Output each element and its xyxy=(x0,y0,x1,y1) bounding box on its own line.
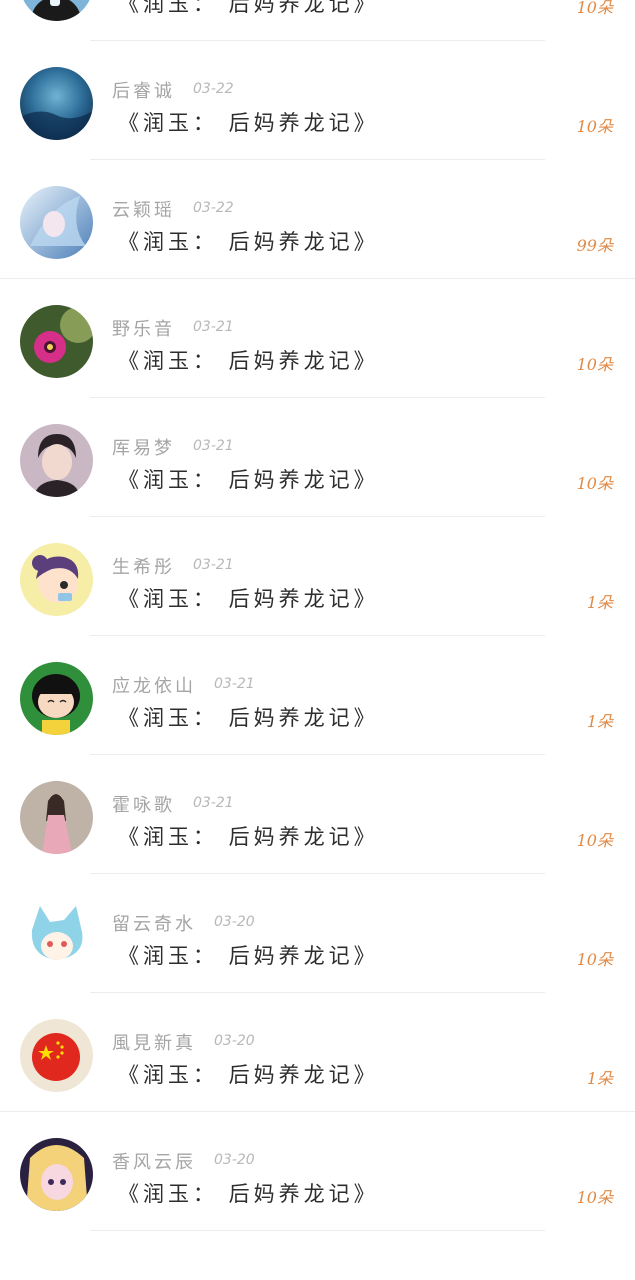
gift-date: 03-21 xyxy=(193,438,234,454)
user-name[interactable]: 后睿诚 xyxy=(112,77,175,103)
flower-count: 10朵 xyxy=(576,831,613,850)
flower-count: 10朵 xyxy=(576,474,613,493)
book-title[interactable]: 《润玉： 后妈养龙记》 xyxy=(118,107,379,137)
list-item[interactable]: 厍易梦 03-21 《润玉： 后妈养龙记》 10朵 xyxy=(0,398,635,517)
avatar[interactable] xyxy=(20,424,93,497)
avatar[interactable] xyxy=(20,781,93,854)
avatar[interactable] xyxy=(20,305,93,378)
avatar[interactable] xyxy=(20,1138,93,1211)
user-name[interactable]: 野乐音 xyxy=(112,315,175,341)
avatar[interactable] xyxy=(20,543,93,616)
user-name[interactable]: 留云奇水 xyxy=(112,910,196,936)
user-name[interactable]: 厍易梦 xyxy=(112,434,175,460)
gift-date: 03-21 xyxy=(193,319,234,335)
avatar[interactable] xyxy=(20,900,93,973)
gift-date: 03-20 xyxy=(214,914,255,930)
book-title[interactable]: 《润玉： 后妈养龙记》 xyxy=(118,583,379,613)
flower-count: 1朵 xyxy=(586,1069,613,1088)
book-title[interactable]: 《润玉： 后妈养龙记》 xyxy=(118,702,379,732)
avatar[interactable] xyxy=(20,662,93,735)
flower-count: 1朵 xyxy=(586,712,613,731)
user-name[interactable]: 生希彤 xyxy=(112,553,175,579)
gift-date: 03-20 xyxy=(214,1033,255,1049)
list-item[interactable]: 留云奇水 03-20 《润玉： 后妈养龙记》 10朵 xyxy=(0,874,635,993)
gift-date: 03-21 xyxy=(193,795,234,811)
avatar[interactable] xyxy=(20,0,93,21)
flower-count: 1朵 xyxy=(586,593,613,612)
list-item[interactable]: 应龙依山 03-21 《润玉： 后妈养龙记》 1朵 xyxy=(0,636,635,755)
gift-date: 03-21 xyxy=(193,557,234,573)
flower-count: 10朵 xyxy=(576,950,613,969)
book-title[interactable]: 《润玉： 后妈养龙记》 xyxy=(118,226,379,256)
gift-date: 03-22 xyxy=(193,81,234,97)
book-title[interactable]: 《润玉： 后妈养龙记》 xyxy=(118,1059,379,1089)
gift-date: 03-20 xyxy=(214,1152,255,1168)
flower-count: 10朵 xyxy=(576,1188,613,1207)
list-item[interactable]: 野乐音 03-21 《润玉： 后妈养龙记》 10朵 xyxy=(0,279,635,398)
book-title[interactable]: 《润玉： 后妈养龙记》 xyxy=(118,464,379,494)
flower-count: 99朵 xyxy=(576,236,613,255)
book-title[interactable]: 《润玉： 后妈养龙记》 xyxy=(118,821,379,851)
book-title[interactable]: 《润玉： 后妈养龙记》 xyxy=(118,940,379,970)
gift-list: 宛石 03-23 《润玉： 后妈养龙记》 10朵 后睿诚 03-22 《润玉： … xyxy=(0,0,635,1231)
list-item[interactable]: 宛石 03-23 《润玉： 后妈养龙记》 10朵 xyxy=(0,0,635,41)
book-title[interactable]: 《润玉： 后妈养龙记》 xyxy=(118,0,379,18)
flower-count: 10朵 xyxy=(576,355,613,374)
avatar[interactable] xyxy=(20,186,93,259)
user-name[interactable]: 風見新真 xyxy=(112,1029,196,1055)
list-item[interactable]: 云颖瑶 03-22 《润玉： 后妈养龙记》 99朵 xyxy=(0,160,635,279)
gift-date: 03-21 xyxy=(214,676,255,692)
book-title[interactable]: 《润玉： 后妈养龙记》 xyxy=(118,1178,379,1208)
divider xyxy=(90,1230,545,1231)
user-name[interactable]: 香风云辰 xyxy=(112,1148,196,1174)
flower-count: 10朵 xyxy=(576,0,613,17)
avatar[interactable] xyxy=(20,1019,93,1092)
list-item[interactable]: 后睿诚 03-22 《润玉： 后妈养龙记》 10朵 xyxy=(0,41,635,160)
user-name[interactable]: 云颖瑶 xyxy=(112,196,175,222)
list-item[interactable]: 生希彤 03-21 《润玉： 后妈养龙记》 1朵 xyxy=(0,517,635,636)
book-title[interactable]: 《润玉： 后妈养龙记》 xyxy=(118,345,379,375)
user-name[interactable]: 霍咏歌 xyxy=(112,791,175,817)
list-item[interactable]: 霍咏歌 03-21 《润玉： 后妈养龙记》 10朵 xyxy=(0,755,635,874)
user-name[interactable]: 应龙依山 xyxy=(112,672,196,698)
flower-count: 10朵 xyxy=(576,117,613,136)
list-item[interactable]: 香风云辰 03-20 《润玉： 后妈养龙记》 10朵 xyxy=(0,1112,635,1231)
gift-date: 03-22 xyxy=(193,200,234,216)
list-item[interactable]: 風見新真 03-20 《润玉： 后妈养龙记》 1朵 xyxy=(0,993,635,1112)
avatar[interactable] xyxy=(20,67,93,140)
